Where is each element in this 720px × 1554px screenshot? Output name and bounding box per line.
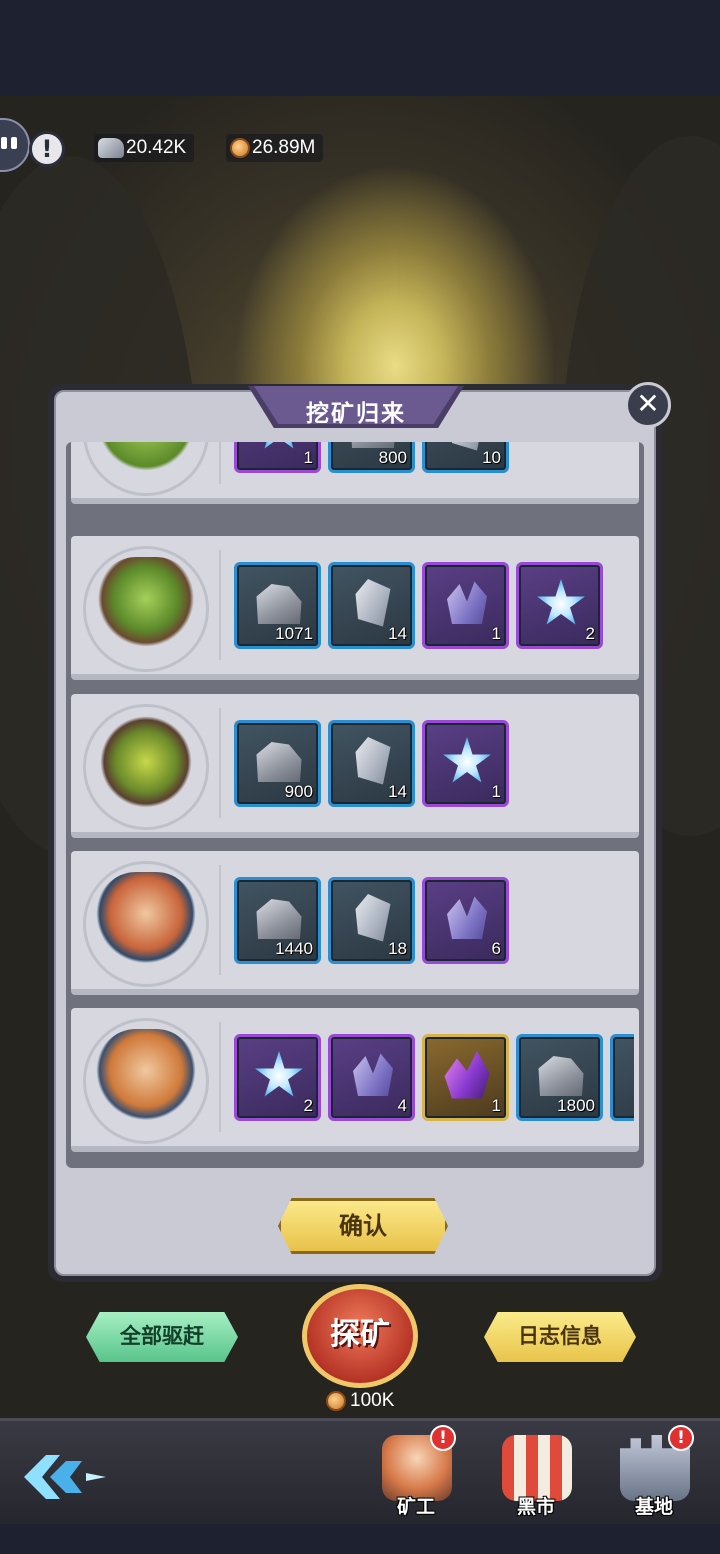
reward-items: 1440 18 6 [234,877,634,967]
rock-icon [256,899,302,939]
item-quantity: 900 [284,782,313,801]
dwarf-miner-bearded-avatar[interactable] [83,1018,209,1144]
nav-miners[interactable]: ! 矿工 [368,1425,464,1523]
star-icon [255,1051,303,1097]
reward-item-shard[interactable]: 10 [422,442,509,473]
item-quantity: 1 [303,448,313,467]
item-quantity: 1 [491,782,501,801]
item-quantity: 800 [378,448,407,467]
reward-item-crystal[interactable]: 1 [422,562,509,649]
item-quantity: 2 [303,1096,313,1115]
amethyst-icon [444,1051,490,1099]
nav-miners-label: 矿工 [396,1496,435,1518]
reward-item-shard[interactable] [610,1034,634,1121]
dialog-title-plate: 挖矿归来 [248,386,464,428]
reward-row: 1071 14 1 2 [71,536,639,680]
reward-item-rock[interactable]: 1071 [234,562,321,649]
mine-cost: 100K [326,1390,394,1412]
goblin-miner-goggles-avatar[interactable] [83,704,209,830]
shard-icon [355,579,391,627]
rock-icon [256,742,302,782]
coin-icon [230,138,250,158]
star-icon [537,579,585,625]
ore-icon [98,138,124,158]
nav-base-label: 基地 [634,1496,673,1518]
ore-resource: 20.42K [94,134,195,162]
item-quantity: 14 [388,782,407,801]
reward-item-crystal[interactable]: 4 [328,1034,415,1121]
rock-icon [538,1056,584,1096]
reward-item-rock[interactable]: 900 [234,720,321,807]
star-icon [443,737,491,783]
item-quantity: 10 [482,448,501,467]
item-quantity: 18 [388,939,407,958]
notice-button[interactable]: ! [29,131,65,167]
reward-items: 900 14 1 [234,720,634,810]
reward-item-amethyst[interactable]: 1 [422,1034,509,1121]
system-bar [0,1524,720,1554]
reward-items: 1071 14 1 2 [234,562,634,652]
star-icon [255,442,303,449]
item-quantity: 1 [491,1096,501,1115]
alert-badge: ! [668,1425,694,1451]
shard-icon [355,894,391,942]
drive-all-button[interactable]: 全部驱赶 [86,1312,238,1362]
ore-amount: 20.42K [126,137,187,158]
nav-base[interactable]: ! 基地 [606,1425,702,1523]
coin-icon [326,1391,346,1411]
item-quantity: 14 [388,624,407,643]
crystal-icon [447,896,487,939]
gold-resource: 26.89M [226,134,324,162]
reward-list[interactable]: 1 800 10 1071 14 1 2 900 14 1 1440 18 6 2 4 1 1800 [66,442,644,1168]
reward-item-rock[interactable]: 1440 [234,877,321,964]
reward-row: 900 14 1 [71,694,639,838]
reward-row: 2 4 1 1800 [71,1008,639,1152]
top-status-area [0,0,720,96]
reward-item-rock[interactable]: 1800 [516,1034,603,1121]
dwarf-miner-shovel-avatar[interactable] [83,861,209,987]
reward-item-shard[interactable]: 18 [328,877,415,964]
item-quantity: 1800 [557,1096,595,1115]
reward-item-star[interactable]: 2 [234,1034,321,1121]
item-quantity: 1440 [275,939,313,958]
item-quantity: 4 [397,1096,407,1115]
nav-market[interactable]: 黑市 [488,1431,584,1523]
item-quantity: 1071 [275,624,313,643]
item-quantity: 1 [491,624,501,643]
reward-row: 1440 18 6 [71,851,639,995]
nav-market-label: 黑市 [516,1496,555,1518]
reward-items: 1 800 10 [234,442,634,476]
confirm-button[interactable]: 确认 [278,1198,448,1254]
alert-badge: ! [430,1425,456,1451]
reward-row: 1 800 10 [71,442,639,504]
item-quantity: 2 [585,624,595,643]
reward-item-shard[interactable]: 14 [328,562,415,649]
bottom-nav: ! 矿工 黑市 ! 基地 [0,1418,720,1524]
mine-button[interactable]: 探矿 [302,1284,418,1388]
reward-items: 2 4 1 1800 [234,1034,634,1124]
shard-icon [355,737,391,785]
reward-item-rock[interactable]: 800 [328,442,415,473]
crystal-icon [353,1053,393,1096]
reward-item-shard[interactable]: 14 [328,720,415,807]
item-quantity: 6 [491,939,501,958]
reward-item-star[interactable]: 1 [422,720,509,807]
goblin-miner-helmet-avatar[interactable] [83,546,209,672]
log-info-button[interactable]: 日志信息 [484,1312,636,1362]
goblin-miner-partial-avatar[interactable] [83,442,209,496]
reward-item-star[interactable]: 1 [234,442,321,473]
close-button[interactable]: ✕ [625,382,671,428]
gold-amount: 26.89M [252,137,316,158]
rock-icon [256,584,302,624]
reward-item-star[interactable]: 2 [516,562,603,649]
crystal-icon [447,581,487,624]
mine-cost-value: 100K [350,1390,395,1411]
shard-icon [630,1051,634,1101]
reward-item-crystal[interactable]: 6 [422,877,509,964]
game-logo-icon[interactable] [20,1451,108,1503]
dialog-title: 挖矿归来 [306,401,406,427]
